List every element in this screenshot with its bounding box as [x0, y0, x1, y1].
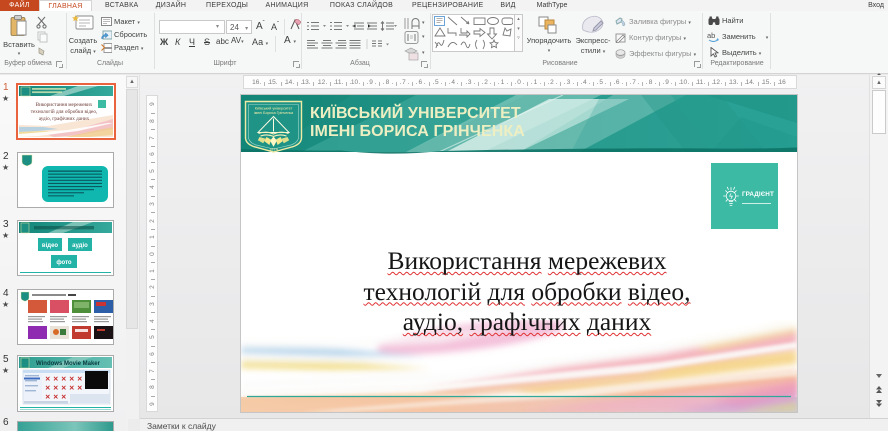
- svg-text:аудіо: аудіо: [72, 243, 88, 249]
- svg-text:імені Бориса Грінченка: імені Бориса Грінченка: [254, 111, 294, 115]
- svg-text:фото: фото: [56, 259, 72, 266]
- svg-text:✕: ✕: [77, 376, 83, 383]
- svg-text:✕: ✕: [45, 385, 51, 392]
- svg-text:ab: ab: [707, 31, 715, 40]
- svg-text:✕: ✕: [69, 385, 75, 392]
- svg-text:✕: ✕: [77, 385, 83, 392]
- svg-text:✕: ✕: [53, 376, 59, 383]
- svg-text:✕: ✕: [45, 394, 51, 401]
- svg-text:Windows Movie Maker: Windows Movie Maker: [36, 361, 101, 367]
- svg-text:1874: 1874: [269, 147, 279, 152]
- svg-text:✕: ✕: [61, 394, 67, 401]
- svg-text:✕: ✕: [61, 376, 67, 383]
- svg-text:✕: ✕: [45, 376, 51, 383]
- svg-text:✕: ✕: [61, 385, 67, 392]
- svg-text:✕: ✕: [53, 394, 59, 401]
- svg-text:Київський університет: Київський університет: [255, 107, 293, 111]
- svg-text:відео: відео: [42, 243, 59, 249]
- svg-text:✕: ✕: [69, 376, 75, 383]
- svg-text:✕: ✕: [53, 385, 59, 392]
